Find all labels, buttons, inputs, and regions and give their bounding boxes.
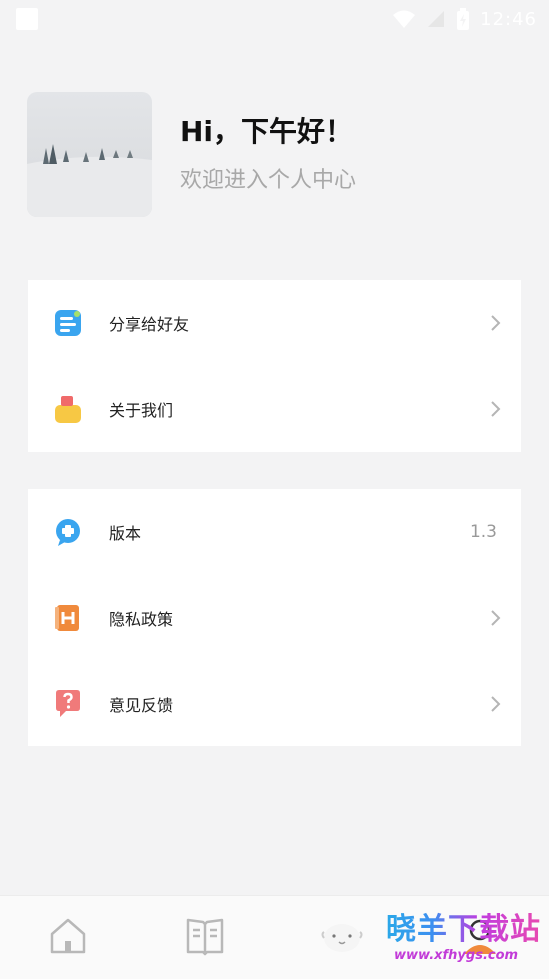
subtitle: 欢迎进入个人中心 <box>180 168 357 193</box>
watermark-gradient-text: 晓羊下载站 <box>386 912 541 947</box>
menu-item-label: 分享给好友 <box>109 315 190 334</box>
version-icon <box>56 519 80 546</box>
status-right: 12:46 <box>392 6 537 32</box>
watermark: 晓羊下载站 www.xfhygs.com <box>386 912 541 963</box>
menu-item-privacy[interactable]: 隐私政策 <box>28 575 521 661</box>
battery-icon <box>457 8 470 30</box>
menu-item-feedback[interactable]: 意见反馈 <box>28 661 521 747</box>
home-icon[interactable] <box>46 914 90 958</box>
chevron-right-icon <box>491 610 501 626</box>
watermark-url: www.xfhygs.com <box>394 948 519 963</box>
menu-item-share[interactable]: 分享给好友 <box>28 280 521 366</box>
greeting: Hi，下午好！ <box>180 115 354 148</box>
menu-card-1: 分享给好友 关于我们 <box>28 280 521 452</box>
privacy-icon <box>55 605 79 631</box>
signal-icon <box>428 11 445 27</box>
sheep-icon[interactable] <box>320 914 364 958</box>
share-icon <box>55 310 81 336</box>
menu-card-2: 版本 1.3 隐私政策 意见反馈 <box>28 489 521 746</box>
chevron-right-icon <box>491 401 501 417</box>
status-bar: 12:46 <box>0 0 549 40</box>
book-icon[interactable] <box>183 914 227 958</box>
menu-item-label: 意见反馈 <box>109 696 174 715</box>
status-time: 12:46 <box>480 8 537 30</box>
avatar[interactable] <box>27 92 152 217</box>
menu-item-label: 关于我们 <box>109 401 174 420</box>
menu-item-label: 版本 <box>109 524 142 543</box>
watermark-title: 晓羊下载站 <box>386 912 541 948</box>
notification-icon <box>16 8 38 30</box>
version-value: 1.3 <box>469 522 497 542</box>
chevron-right-icon <box>491 315 501 331</box>
chevron-right-icon <box>491 696 501 712</box>
feedback-icon <box>56 690 80 717</box>
menu-item-version[interactable]: 版本 1.3 <box>28 489 521 575</box>
about-icon <box>55 396 81 423</box>
wifi-icon <box>393 10 416 28</box>
menu-item-about[interactable]: 关于我们 <box>28 366 521 452</box>
menu-item-label: 隐私政策 <box>109 610 174 629</box>
